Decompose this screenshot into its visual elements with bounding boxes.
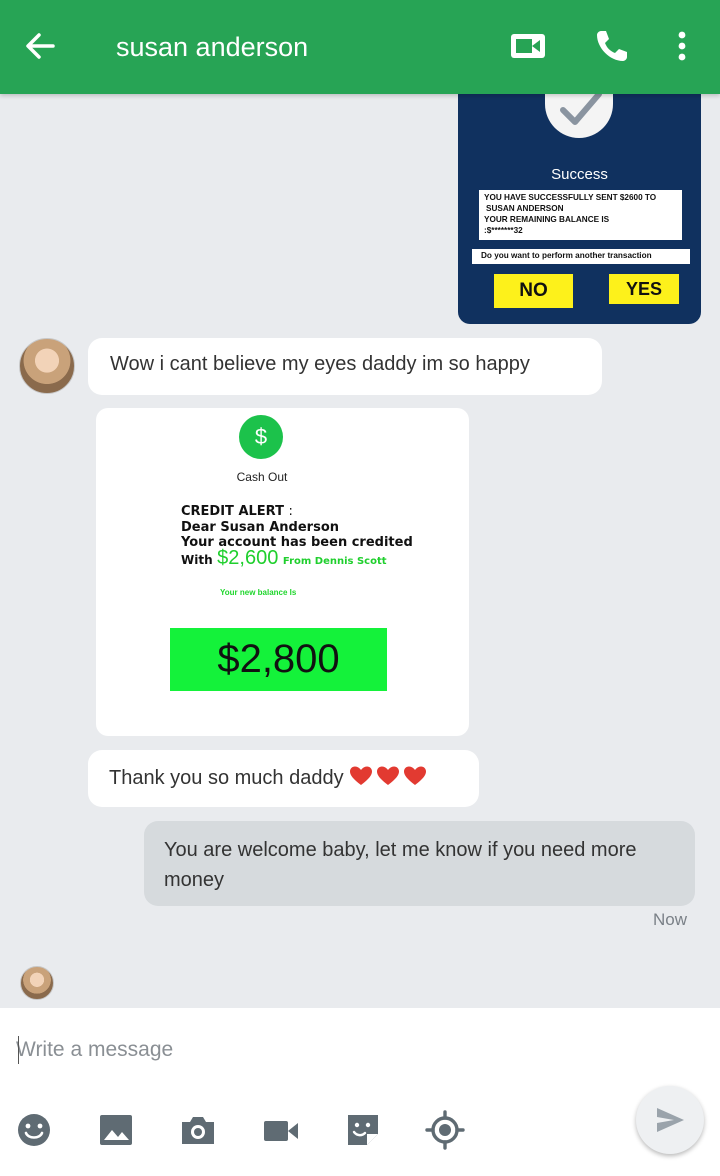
alert-greeting: Dear Susan Anderson bbox=[181, 519, 339, 535]
credited-amount: $2,600 bbox=[217, 546, 279, 569]
alert-with: With bbox=[181, 552, 213, 567]
message-text: Thank you so much daddy bbox=[109, 767, 344, 789]
another-transaction-prompt: Do you want to perform another transacti… bbox=[472, 249, 690, 264]
alert-colon: : bbox=[288, 504, 293, 519]
balance-amount: $2,800 bbox=[170, 628, 387, 691]
outgoing-message[interactable]: You are welcome baby, let me know if you… bbox=[144, 821, 695, 906]
yes-button: YES bbox=[609, 274, 679, 304]
sender-name: From Dennis Scott bbox=[282, 555, 387, 567]
camera-icon[interactable] bbox=[178, 1110, 218, 1150]
app-bar: susan anderson bbox=[0, 0, 720, 94]
message-text: You are welcome baby, let me know if you… bbox=[164, 839, 637, 891]
compose-bar bbox=[0, 1008, 720, 1176]
heart-emoji bbox=[349, 766, 427, 789]
credit-alert-text: CREDIT ALERT : Dear Susan Anderson Your … bbox=[181, 504, 413, 569]
incoming-message[interactable]: Thank you so much daddy bbox=[88, 750, 479, 807]
sticker-icon[interactable] bbox=[343, 1110, 383, 1150]
no-button: NO bbox=[494, 274, 573, 308]
success-line: YOUR REMAINING BALANCE IS bbox=[484, 215, 610, 224]
success-line: SUSAN ANDERSON bbox=[486, 204, 564, 213]
contact-name[interactable]: susan anderson bbox=[116, 30, 308, 64]
message-text: Wow i cant believe my eyes daddy im so h… bbox=[110, 353, 530, 375]
phone-icon[interactable] bbox=[592, 26, 632, 66]
image-icon[interactable] bbox=[96, 1110, 136, 1150]
cash-out-label: Cash Out bbox=[236, 470, 288, 484]
emoji-icon[interactable] bbox=[14, 1110, 54, 1150]
success-line: :$*******32 bbox=[484, 226, 523, 235]
success-details: YOU HAVE SUCCESSFULLY SENT $2600 TO SUSA… bbox=[479, 190, 682, 240]
transfer-success-image[interactable]: Success YOU HAVE SUCCESSFULLY SENT $2600… bbox=[458, 94, 701, 324]
success-line: YOU HAVE SUCCESSFULLY SENT $2600 TO bbox=[484, 193, 657, 202]
location-icon[interactable] bbox=[425, 1110, 465, 1150]
success-title: Success bbox=[551, 166, 608, 183]
alert-body: Your account has been credited bbox=[181, 535, 413, 550]
send-button[interactable] bbox=[636, 1086, 704, 1154]
message-timestamp: Now bbox=[652, 910, 687, 929]
more-vert-icon[interactable] bbox=[664, 26, 700, 66]
credit-alert-image[interactable]: $ Cash Out CREDIT ALERT : Dear Susan And… bbox=[96, 408, 469, 736]
checkmark-icon bbox=[545, 94, 613, 138]
video-call-icon[interactable] bbox=[508, 26, 548, 66]
avatar[interactable] bbox=[19, 338, 75, 394]
alert-title: CREDIT ALERT bbox=[181, 504, 284, 519]
video-icon[interactable] bbox=[261, 1110, 301, 1150]
message-list[interactable]: Success YOU HAVE SUCCESSFULLY SENT $2600… bbox=[0, 94, 720, 1008]
new-balance-label: Your new balance Is bbox=[220, 588, 297, 597]
back-arrow-icon[interactable] bbox=[22, 28, 58, 64]
text-caret bbox=[18, 1036, 19, 1064]
avatar[interactable] bbox=[20, 966, 54, 1000]
incoming-message[interactable]: Wow i cant believe my eyes daddy im so h… bbox=[88, 338, 602, 395]
dollar-icon: $ bbox=[239, 415, 283, 459]
send-icon bbox=[657, 1108, 684, 1132]
message-input[interactable] bbox=[16, 1032, 616, 1068]
